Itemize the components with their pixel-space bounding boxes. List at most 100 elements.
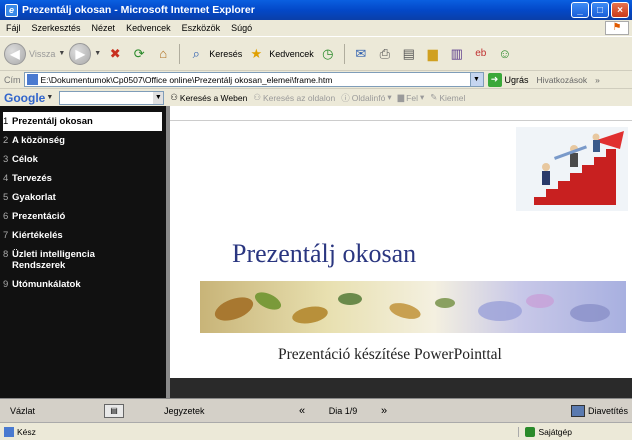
- search-site-button[interactable]: ⚇ Keresés az oldalon: [253, 92, 335, 103]
- menu-edit[interactable]: Szerkesztés: [32, 23, 81, 33]
- search-icon: ⌕: [192, 45, 200, 61]
- window-controls: _ □ ×: [571, 2, 629, 18]
- up-button[interactable]: ▆ Fel ▾: [398, 92, 425, 103]
- site-search-icon: ⚇: [253, 92, 261, 102]
- search-button[interactable]: ⌕ Keresés: [186, 44, 243, 64]
- next-slide-button[interactable]: »: [374, 405, 394, 417]
- slide-navigation-bar: Vázlat ▤ Jegyzetek « Dia 1/9 » Diavetíté…: [0, 398, 632, 422]
- page-icon: [26, 74, 38, 85]
- nav-item-3[interactable]: 3 Célok: [0, 150, 166, 169]
- chevron-down-icon[interactable]: ▼: [153, 91, 164, 104]
- favorites-label: Kedvencek: [269, 48, 314, 59]
- messenger-icon[interactable]: ☺: [495, 44, 515, 64]
- back-arrow-icon: ◀: [4, 42, 26, 65]
- nav-item-4[interactable]: 4 Tervezés: [0, 169, 166, 188]
- folder-icon[interactable]: ▆: [423, 44, 443, 64]
- security-zone: Sajátgép: [518, 426, 572, 437]
- edit-icon[interactable]: ▤: [399, 44, 419, 64]
- maximize-button[interactable]: □: [591, 2, 609, 18]
- menu-bar: Fájl Szerkesztés Nézet Kedvencek Eszközö…: [0, 20, 632, 36]
- toolbar-divider: [179, 43, 181, 64]
- climbing-stairs-clipart: [516, 127, 628, 211]
- menu-help[interactable]: Súgó: [231, 23, 252, 33]
- computer-icon: [525, 426, 536, 437]
- outline-toggle[interactable]: Vázlat: [10, 406, 90, 416]
- nav-item-2[interactable]: 2A közönség: [0, 131, 166, 150]
- chevron-right-icon[interactable]: »: [595, 75, 600, 85]
- back-label: Vissza: [29, 48, 56, 59]
- go-label: Ugrás: [504, 74, 529, 85]
- menu-file[interactable]: Fájl: [6, 23, 21, 33]
- zone-label: Sajátgép: [538, 426, 572, 437]
- refresh-icon[interactable]: ⟳: [129, 44, 149, 64]
- window-title-bar: e Prezentálj okosan - Microsoft Internet…: [0, 0, 632, 20]
- chevron-down-icon: ▼: [94, 50, 102, 57]
- leaf-banner-image: [200, 281, 626, 333]
- address-value: E:\Dokumentumok\Cp0507\Office online\Pre…: [40, 74, 333, 85]
- highlight-button[interactable]: ✎ Kiemel: [430, 92, 465, 103]
- back-button[interactable]: ◀ Vissza ▼: [4, 42, 66, 65]
- ie-icon: e: [5, 3, 18, 17]
- standard-toolbar: ◀ Vissza ▼ ▶ ▼ ✖ ⟳ ⌂ ⌕ Keresés ★ Kedvenc…: [0, 36, 632, 70]
- nav-item-1[interactable]: 1 Prezentálj okosan: [3, 112, 162, 131]
- nav-item-6[interactable]: 6 Prezentáció: [0, 207, 166, 226]
- nav-item-7[interactable]: 7 Kiértékelés: [0, 226, 166, 245]
- window-title: Prezentálj okosan - Microsoft Internet E…: [22, 4, 255, 16]
- slideshow-icon: [570, 404, 585, 417]
- info-icon: ⓘ: [341, 92, 350, 103]
- stop-icon[interactable]: ✖: [105, 44, 125, 64]
- binoculars-icon: ⚇: [170, 92, 178, 102]
- slideshow-button[interactable]: Diavetítés: [570, 404, 628, 417]
- nav-item-8[interactable]: 8 Üzleti intelligencia Rendszerek: [0, 245, 166, 275]
- chevron-down-icon[interactable]: ▼: [469, 73, 483, 86]
- slide-subtitle: Prezentáció készítése PowerPointtal: [278, 346, 502, 363]
- print-icon[interactable]: ⎙: [375, 44, 395, 64]
- forward-button[interactable]: ▶ ▼: [69, 42, 102, 65]
- book-icon[interactable]: ▥: [447, 44, 467, 64]
- page-done-icon: [4, 426, 14, 437]
- history-icon[interactable]: ◷: [318, 44, 338, 64]
- highlighter-icon: ✎: [430, 92, 438, 102]
- menu-view[interactable]: Nézet: [92, 23, 116, 33]
- ebay-icon[interactable]: eb: [471, 44, 491, 64]
- google-search-input[interactable]: ▼: [59, 90, 165, 105]
- status-bar: Kész Sajátgép: [0, 422, 632, 440]
- slide: Prezentálj okosan Prezentáció készítése …: [170, 120, 632, 378]
- search-web-button[interactable]: ⚇ Keresés a Weben: [170, 92, 247, 103]
- address-input[interactable]: E:\Dokumentumok\Cp0507\Office online\Pre…: [23, 72, 484, 87]
- slide-pane: Prezentálj okosan Prezentáció készítése …: [170, 106, 632, 398]
- home-icon[interactable]: ⌂: [153, 44, 173, 64]
- minimize-button[interactable]: _: [571, 2, 589, 18]
- favorites-button[interactable]: ★ Kedvencek: [246, 44, 314, 64]
- address-label: Cím: [4, 74, 21, 85]
- outline-pane: 1 Prezentálj okosan 2A közönség 3 Célok 4T…: [0, 106, 166, 398]
- previous-slide-button[interactable]: «: [292, 405, 312, 417]
- address-bar: Cím E:\Dokumentumok\Cp0507\Office online…: [0, 70, 632, 88]
- slideshow-label: Diavetítés: [587, 405, 628, 416]
- google-logo[interactable]: Google ▼: [4, 91, 53, 105]
- status-text: Kész: [17, 426, 36, 437]
- forward-arrow-icon: ▶: [69, 42, 92, 65]
- slide-bottom-strip: [170, 378, 632, 398]
- google-toolbar: Google ▼ ▼ ⚇ Keresés a Weben ⚇ Keresés az…: [0, 88, 632, 106]
- mail-icon[interactable]: ✉: [351, 44, 371, 64]
- go-button[interactable]: ➜ Ugrás: [487, 72, 529, 87]
- toolbar-divider: [343, 43, 345, 64]
- nav-item-9[interactable]: 9 Utómunkálatok: [0, 275, 166, 294]
- menu-tools[interactable]: Eszközök: [182, 23, 221, 33]
- pageinfo-button[interactable]: ⓘ Oldalinfó ▾: [341, 92, 391, 104]
- close-button[interactable]: ×: [611, 2, 629, 18]
- go-arrow-icon: ➜: [487, 72, 502, 87]
- expand-outline-icon[interactable]: ▤: [104, 403, 124, 418]
- links-label[interactable]: Hivatkozások: [537, 75, 588, 85]
- slide-title: Prezentálj okosan: [232, 239, 417, 268]
- windows-flag-icon: ⚑: [605, 21, 629, 35]
- star-icon: ★: [250, 45, 263, 61]
- folder-up-icon: ▆: [397, 92, 405, 102]
- search-label: Keresés: [209, 48, 243, 59]
- notes-toggle[interactable]: Jegyzetek: [164, 406, 292, 416]
- menu-favorites[interactable]: Kedvencek: [126, 23, 171, 33]
- chevron-down-icon: ▼: [58, 50, 66, 57]
- page-content: 1 Prezentálj okosan 2A közönség 3 Célok 4T…: [0, 106, 632, 398]
- nav-item-5[interactable]: 5 Gyakorlat: [0, 188, 166, 207]
